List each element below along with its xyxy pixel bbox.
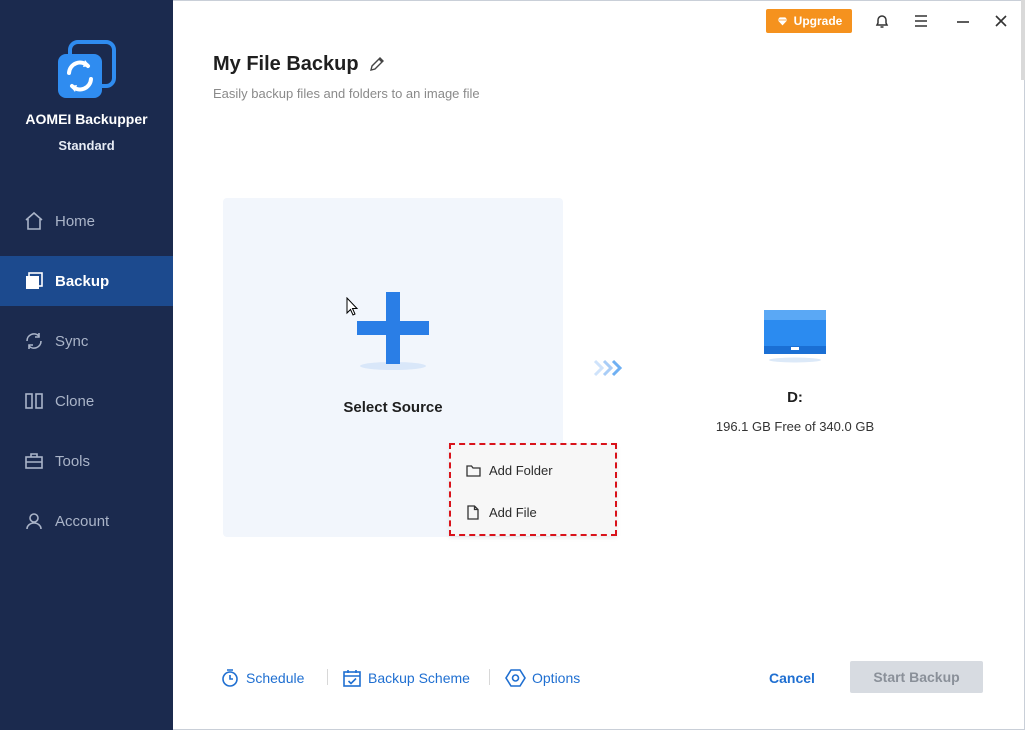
start-backup-button[interactable]: Start Backup bbox=[850, 661, 983, 693]
sidebar: AOMEI Backupper Standard Home Backup Syn… bbox=[0, 0, 173, 730]
backup-scheme-label: Backup Scheme bbox=[368, 670, 470, 686]
sidebar-item-label: Tools bbox=[55, 452, 91, 470]
tools-icon bbox=[23, 450, 45, 472]
upgrade-button[interactable]: Upgrade bbox=[766, 9, 852, 33]
notification-bell-icon[interactable] bbox=[872, 11, 892, 31]
add-file-label: Add File bbox=[489, 504, 537, 520]
calendar-check-icon bbox=[343, 670, 361, 687]
backup-icon bbox=[23, 270, 45, 292]
schedule-button[interactable]: Schedule bbox=[220, 665, 304, 691]
footer-separator bbox=[489, 669, 490, 685]
sidebar-item-clone[interactable]: Clone bbox=[0, 376, 173, 426]
mouse-cursor-icon bbox=[346, 297, 359, 316]
source-menu: Add Folder Add File bbox=[449, 443, 617, 536]
sidebar-item-label: Sync bbox=[55, 332, 89, 350]
options-gear-icon bbox=[505, 669, 526, 687]
backup-scheme-button[interactable]: Backup Scheme bbox=[342, 665, 470, 691]
sidebar-item-account[interactable]: Account bbox=[0, 496, 173, 546]
app-edition: Standard bbox=[58, 138, 115, 153]
sidebar-item-label: Clone bbox=[55, 392, 95, 410]
destination-free-space: 196.1 GB Free of 340.0 GB bbox=[715, 419, 875, 434]
sidebar-item-label: Backup bbox=[55, 272, 110, 290]
plus-icon-bar[interactable] bbox=[357, 321, 429, 335]
direction-arrows-icon bbox=[593, 359, 623, 377]
stopwatch-icon bbox=[222, 669, 238, 687]
options-label: Options bbox=[532, 670, 581, 686]
sidebar-item-label: Account bbox=[55, 512, 110, 530]
sidebar-item-tools[interactable]: Tools bbox=[0, 436, 173, 486]
destination-drive-name[interactable]: D: bbox=[700, 389, 890, 406]
menu-icon[interactable] bbox=[911, 11, 931, 31]
window-edge bbox=[1021, 0, 1025, 80]
add-folder-menu-item[interactable]: Add Folder bbox=[451, 455, 615, 485]
add-folder-label: Add Folder bbox=[489, 462, 553, 478]
upgrade-label: Upgrade bbox=[793, 14, 843, 28]
schedule-label: Schedule bbox=[246, 670, 305, 686]
sync-icon bbox=[23, 330, 45, 352]
close-icon[interactable] bbox=[991, 11, 1011, 31]
minimize-icon[interactable] bbox=[953, 11, 973, 31]
footer-separator bbox=[327, 669, 328, 685]
file-icon bbox=[465, 504, 481, 520]
cancel-button[interactable]: Cancel bbox=[769, 670, 815, 686]
folder-icon bbox=[465, 462, 481, 478]
options-button[interactable]: Options bbox=[505, 665, 580, 691]
diamond-icon bbox=[776, 16, 789, 27]
sidebar-item-sync[interactable]: Sync bbox=[0, 316, 173, 366]
sidebar-item-home[interactable]: Home bbox=[0, 196, 173, 246]
add-file-menu-item[interactable]: Add File bbox=[451, 497, 615, 527]
select-source-label[interactable]: Select Source bbox=[223, 399, 563, 416]
page-title: My File Backup bbox=[213, 53, 359, 75]
clone-icon bbox=[23, 390, 45, 412]
sidebar-item-backup[interactable]: Backup bbox=[0, 256, 173, 306]
account-icon bbox=[23, 510, 45, 532]
destination-monitor-icon[interactable] bbox=[762, 308, 828, 364]
sidebar-item-label: Home bbox=[55, 212, 96, 230]
home-icon bbox=[23, 210, 45, 232]
app-name: AOMEI Backupper bbox=[25, 111, 148, 127]
edit-pencil-icon[interactable] bbox=[368, 55, 386, 73]
page-subtitle: Easily backup files and folders to an im… bbox=[213, 86, 480, 101]
app-logo-icon bbox=[58, 40, 116, 98]
